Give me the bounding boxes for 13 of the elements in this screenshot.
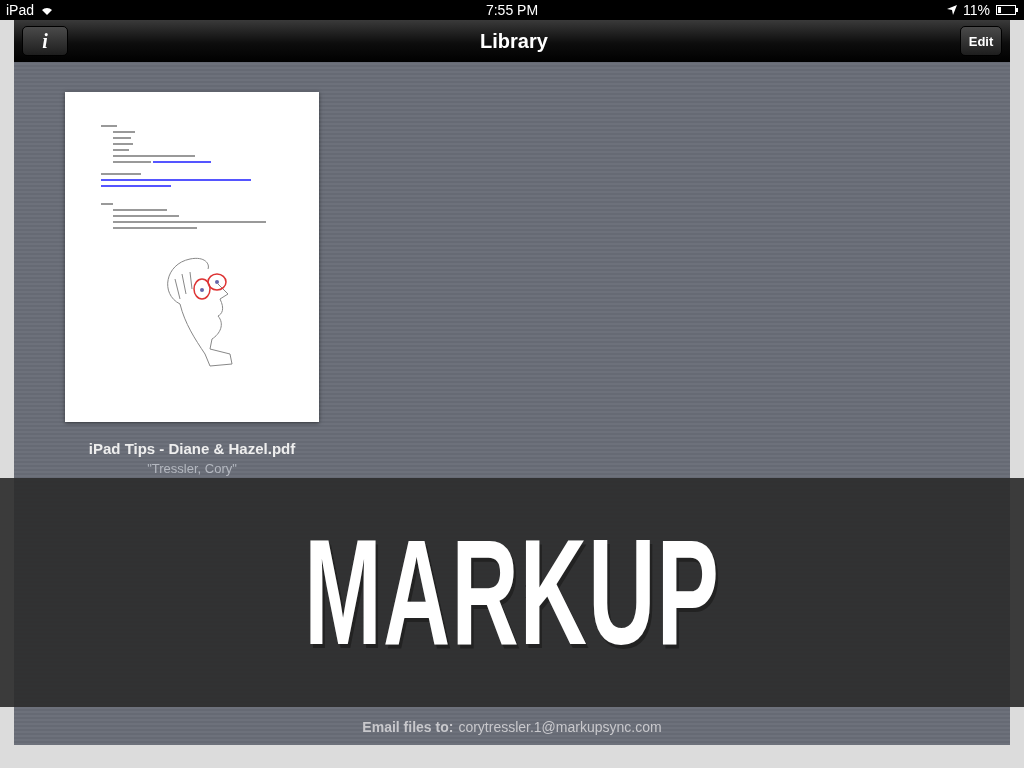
info-button[interactable]: i: [22, 26, 68, 56]
edit-button[interactable]: Edit: [960, 26, 1002, 56]
battery-percent: 11%: [963, 2, 990, 18]
banner-title: MARKUP: [304, 507, 720, 678]
battery-icon: [996, 5, 1018, 15]
status-time: 7:55 PM: [485, 2, 539, 18]
document-title: iPad Tips - Diane & Hazel.pdf: [88, 440, 296, 457]
nav-title: Library: [480, 29, 548, 53]
email-note: Email files to: corytressler.1@markupsync.com: [362, 719, 662, 735]
location-arrow-icon: [947, 5, 957, 15]
document-author: "Tressler, Cory": [147, 461, 237, 476]
device-label: iPad: [6, 2, 35, 18]
document-thumbnail[interactable]: [65, 92, 319, 422]
